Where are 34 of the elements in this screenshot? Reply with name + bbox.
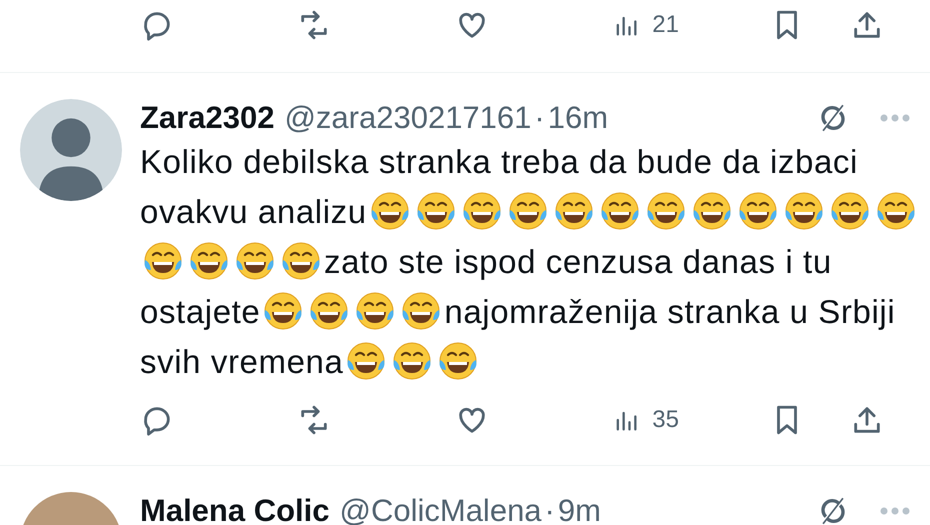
laughing-face-icon bbox=[437, 340, 480, 382]
laughing-face-icon bbox=[262, 290, 304, 332]
laughing-face-icon bbox=[736, 190, 779, 232]
laughing-face-icon bbox=[280, 240, 322, 282]
timestamp[interactable]: 9m bbox=[558, 493, 601, 525]
laughing-face-icon bbox=[552, 190, 595, 232]
view-count: 21 bbox=[652, 11, 679, 39]
laughing-face-icon bbox=[345, 340, 388, 382]
laughing-face-icon bbox=[188, 240, 230, 282]
laughing-face-icon bbox=[828, 190, 871, 232]
laughing-face-icon bbox=[506, 190, 549, 232]
laughing-face-icon bbox=[598, 190, 641, 232]
laughing-face-icon bbox=[142, 240, 184, 282]
laughing-face-icon bbox=[414, 190, 457, 232]
laughing-face-icon bbox=[690, 190, 733, 232]
laughing-face-icon bbox=[354, 290, 396, 332]
user-handle[interactable]: @ColicMalena bbox=[340, 493, 542, 525]
laughing-face-icon bbox=[234, 240, 276, 282]
user-handle[interactable]: @zara230217161 bbox=[284, 100, 532, 136]
separator-dot: · bbox=[544, 493, 555, 525]
laughing-face-icon bbox=[874, 190, 917, 232]
laughing-face-icon bbox=[391, 340, 434, 382]
view-count: 35 bbox=[652, 406, 679, 434]
display-name[interactable]: Malena Colic bbox=[140, 493, 330, 525]
separator-dot: · bbox=[534, 100, 545, 136]
laughing-face-icon bbox=[368, 190, 411, 232]
tweet-text: Koliko debilska stranka treba da bude da izbaci ovakvu analizu zato ste ispod cenzusa danas i tu ostajete najomraženija stranka u Srbiji svih vremena bbox=[140, 137, 930, 387]
laughing-face-icon bbox=[460, 190, 503, 232]
laughing-face-icon bbox=[644, 190, 687, 232]
laughing-face-icon bbox=[308, 290, 350, 332]
laughing-face-icon bbox=[400, 290, 442, 332]
display-name[interactable]: Zara2302 bbox=[140, 100, 274, 136]
timestamp[interactable]: 16m bbox=[548, 100, 608, 136]
laughing-face-icon bbox=[782, 190, 825, 232]
